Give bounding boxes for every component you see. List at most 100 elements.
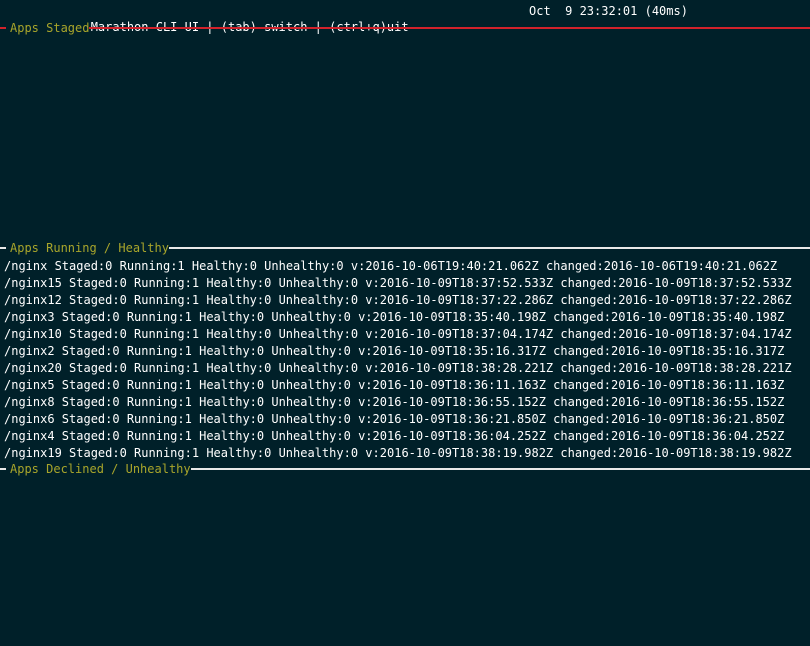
app-version: 2016-10-09T18:37:22.286Z — [379, 293, 554, 307]
app-running: 1 — [191, 293, 200, 307]
app-id: /nginx6 — [4, 412, 55, 426]
app-changed: 2016-10-09T18:36:04.252Z — [610, 429, 785, 443]
pane-divider-lead — [0, 27, 6, 29]
pane-divider-lead — [0, 468, 6, 470]
app-healthy: 0 — [256, 395, 265, 409]
terminal-window: MCLUI - Marathon CLI UI | (tab) switch |… — [0, 0, 810, 646]
app-row[interactable]: /nginx2 Staged:0 Running:1 Healthy:0 Unh… — [4, 343, 808, 360]
app-row[interactable]: /nginx5 Staged:0 Running:1 Healthy:0 Unh… — [4, 377, 808, 394]
app-id: /nginx4 — [4, 429, 55, 443]
app-changed: 2016-10-09T18:37:52.533Z — [618, 276, 792, 290]
app-healthy: 0 — [264, 327, 272, 341]
app-id: /nginx10 — [4, 327, 62, 341]
app-unhealthy: 0 — [343, 344, 351, 358]
pane-declined[interactable] — [0, 477, 810, 646]
app-healthy: 0 — [264, 446, 272, 460]
app-healthy: 0 — [256, 378, 265, 392]
app-unhealthy: 0 — [343, 310, 351, 324]
pane-title-running: Apps Running / Healthy — [0, 240, 169, 256]
app-unhealthy: 0 — [343, 429, 351, 443]
app-running: 1 — [191, 276, 200, 290]
app-staged: 0 — [112, 378, 120, 392]
app-row[interactable]: /nginx Staged:0 Running:1 Healthy:0 Unhe… — [4, 258, 808, 275]
app-changed: 2016-10-09T18:35:16.317Z — [610, 344, 785, 358]
app-row[interactable]: /nginx20 Staged:0 Running:1 Healthy:0 Un… — [4, 360, 808, 377]
pane-header-running[interactable]: Apps Running / Healthy — [0, 240, 810, 256]
app-staged: 0 — [119, 446, 127, 460]
app-changed: 2016-10-09T18:38:19.982Z — [618, 446, 792, 460]
app-changed: 2016-10-09T18:36:21.850Z — [610, 412, 785, 426]
app-staged: 0 — [119, 327, 127, 341]
app-id: /nginx5 — [4, 378, 55, 392]
app-row[interactable]: /nginx19 Staged:0 Running:1 Healthy:0 Un… — [4, 445, 808, 462]
app-row[interactable]: /nginx12 Staged:0 Running:1 Healthy:0 Un… — [4, 292, 808, 309]
app-healthy: 0 — [256, 310, 265, 324]
app-version: 2016-10-09T18:35:16.317Z — [372, 344, 546, 358]
pane-staged[interactable] — [0, 36, 810, 240]
app-unhealthy: 0 — [343, 378, 351, 392]
app-staged: 0 — [119, 276, 127, 290]
app-row[interactable]: /nginx15 Staged:0 Running:1 Healthy:0 Un… — [4, 275, 808, 292]
app-version: 2016-10-06T19:40:21.062Z — [365, 259, 539, 273]
app-version: 2016-10-09T18:37:52.533Z — [379, 276, 554, 290]
app-changed: 2016-10-09T18:35:40.198Z — [610, 310, 785, 324]
app-row[interactable]: /nginx6 Staged:0 Running:1 Healthy:0 Unh… — [4, 411, 808, 428]
app-id: /nginx8 — [4, 395, 55, 409]
app-id: /nginx3 — [4, 310, 55, 324]
clock-readout: Oct 9 23:32:01 (40ms) — [529, 4, 688, 18]
app-healthy: 0 — [264, 276, 272, 290]
pane-title-staged: Apps Staged — [0, 20, 90, 36]
app-unhealthy: 0 — [350, 327, 359, 341]
app-running: 1 — [191, 361, 200, 375]
app-version: 2016-10-09T18:36:21.850Z — [372, 412, 546, 426]
app-healthy: 0 — [256, 344, 265, 358]
app-id: /nginx2 — [4, 344, 55, 358]
app-row[interactable]: /nginx10 Staged:0 Running:1 Healthy:0 Un… — [4, 326, 808, 343]
app-running: 1 — [184, 429, 192, 443]
pane-header-declined[interactable]: Apps Declined / Unhealthy — [0, 461, 810, 477]
app-running: 1 — [184, 344, 192, 358]
app-unhealthy: 0 — [350, 446, 359, 460]
app-running: 1 — [191, 446, 200, 460]
pane-header-staged[interactable]: Apps Staged — [0, 20, 810, 36]
app-healthy: 0 — [264, 293, 272, 307]
app-id: /nginx — [4, 259, 48, 273]
app-running: 1 — [177, 259, 185, 273]
app-changed: 2016-10-09T18:37:04.174Z — [618, 327, 792, 341]
app-id: /nginx20 — [4, 361, 62, 375]
app-unhealthy: 0 — [350, 293, 359, 307]
app-version: 2016-10-09T18:38:28.221Z — [379, 361, 554, 375]
app-staged: 0 — [105, 259, 113, 273]
app-changed: 2016-10-09T18:37:22.286Z — [618, 293, 792, 307]
app-staged: 0 — [119, 361, 127, 375]
app-version: 2016-10-09T18:38:19.982Z — [379, 446, 554, 460]
app-row[interactable]: /nginx8 Staged:0 Running:1 Healthy:0 Unh… — [4, 394, 808, 411]
app-version: 2016-10-09T18:35:40.198Z — [372, 310, 546, 324]
app-staged: 0 — [112, 412, 120, 426]
app-unhealthy: 0 — [343, 395, 351, 409]
pane-title-declined: Apps Declined / Unhealthy — [0, 461, 191, 477]
app-version: 2016-10-09T18:36:04.252Z — [372, 429, 546, 443]
app-running: 1 — [184, 412, 192, 426]
app-changed: 2016-10-09T18:36:55.152Z — [610, 395, 785, 409]
app-staged: 0 — [112, 310, 120, 324]
title-bar: MCLUI - Marathon CLI UI | (tab) switch |… — [4, 3, 804, 34]
app-row[interactable]: /nginx3 Staged:0 Running:1 Healthy:0 Unh… — [4, 309, 808, 326]
app-id: /nginx12 — [4, 293, 62, 307]
app-version: 2016-10-09T18:37:04.174Z — [379, 327, 554, 341]
app-running: 1 — [184, 378, 192, 392]
app-staged: 0 — [119, 293, 127, 307]
app-row[interactable]: /nginx4 Staged:0 Running:1 Healthy:0 Unh… — [4, 428, 808, 445]
app-changed: 2016-10-09T18:38:28.221Z — [618, 361, 792, 375]
running-apps-list[interactable]: /nginx Staged:0 Running:1 Healthy:0 Unhe… — [4, 258, 808, 462]
app-id: /nginx19 — [4, 446, 62, 460]
app-unhealthy: 0 — [336, 259, 344, 273]
app-unhealthy: 0 — [343, 412, 351, 426]
app-changed: 2016-10-06T19:40:21.062Z — [603, 259, 778, 273]
app-running: 1 — [184, 310, 192, 324]
app-running: 1 — [191, 327, 200, 341]
app-staged: 0 — [112, 429, 120, 443]
app-version: 2016-10-09T18:36:55.152Z — [372, 395, 546, 409]
app-staged: 0 — [112, 344, 120, 358]
app-healthy: 0 — [249, 259, 257, 273]
